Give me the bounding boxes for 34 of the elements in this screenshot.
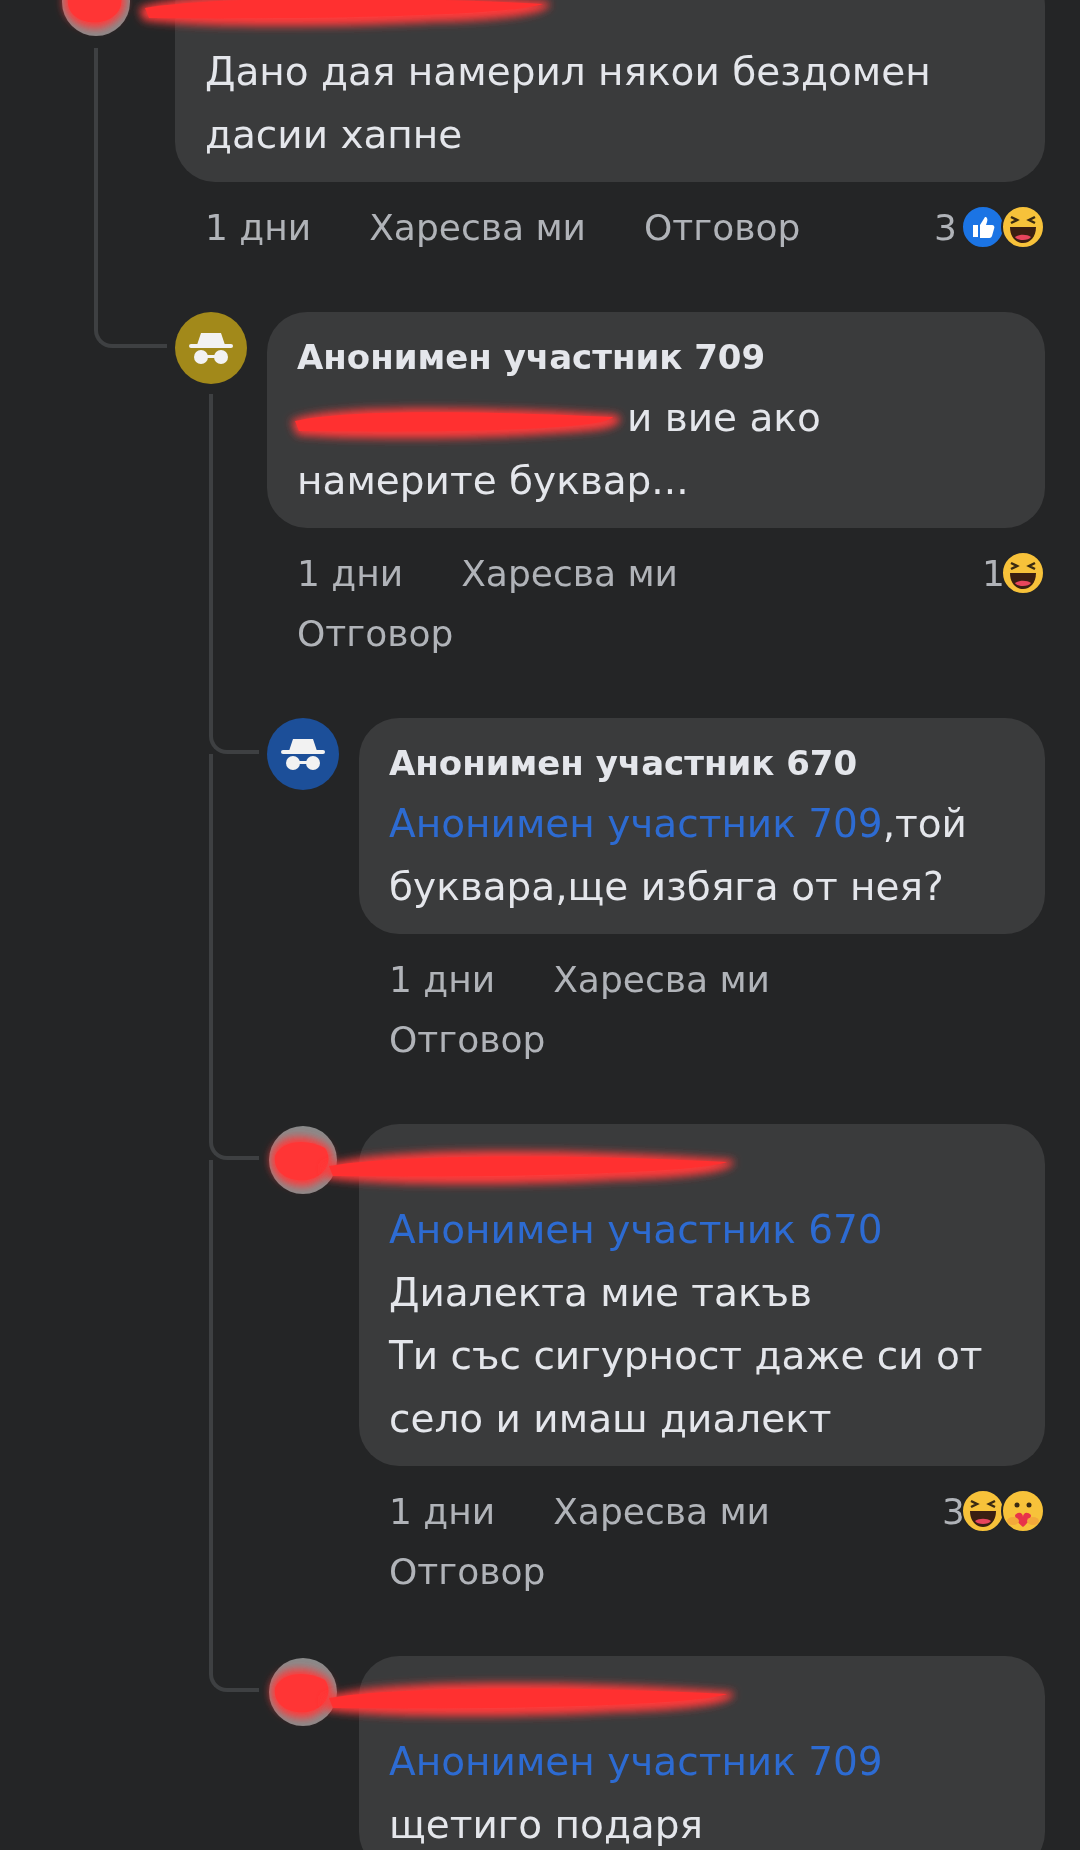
comment-time: 1 дни	[205, 206, 312, 248]
like-link[interactable]: Харесва ми	[553, 1490, 770, 1532]
comment-text: Ти със сигурност даже си от	[389, 1332, 984, 1380]
comment-text: намерите буквар...	[297, 457, 690, 505]
hugging-face-icon	[1001, 1489, 1045, 1533]
like-link[interactable]: Харесва ми	[461, 552, 678, 594]
comment-text: буквара,ще избяга от нея?	[389, 863, 945, 911]
laughing-face-icon	[961, 1489, 1005, 1533]
comment-text: Анонимен участник 709,той	[389, 800, 968, 848]
comment-time: 1 дни	[297, 552, 404, 594]
reply-link[interactable]: Отговор	[297, 612, 454, 654]
reply-link[interactable]: Отговор	[643, 206, 801, 248]
reply-link[interactable]: Отговор	[389, 1550, 546, 1592]
reaction-count[interactable]: 1	[982, 552, 1005, 594]
like-link[interactable]: Харесва ми	[369, 206, 586, 248]
comment-text: Диалекта мие такъв	[389, 1269, 814, 1317]
comment-time: 1 дни	[389, 1490, 496, 1532]
laughing-face-icon	[1001, 551, 1045, 595]
incognito-icon	[281, 737, 325, 771]
author-name[interactable]: Анонимен участник 670	[389, 734, 1015, 792]
laughing-face-icon	[1001, 205, 1045, 249]
comment-text: щетиго подаря	[389, 1801, 704, 1849]
comment-text: и вие ако	[297, 386, 1015, 449]
reply-link[interactable]: Отговор	[389, 1018, 546, 1060]
comment-text: село и имаш диалект	[389, 1395, 833, 1443]
reaction-count[interactable]: 3	[942, 1490, 965, 1532]
comment-text: Дано дая намерил някои бездомен	[205, 48, 932, 96]
comment-time: 1 дни	[389, 958, 496, 1000]
thumbs-up-icon	[961, 205, 1005, 249]
reaction-count[interactable]: 3	[934, 206, 957, 248]
comment-text: дасии хапне	[205, 111, 464, 159]
author-name[interactable]: Анонимен участник 709	[297, 328, 1015, 386]
like-link[interactable]: Харесва ми	[553, 958, 770, 1000]
incognito-icon	[189, 331, 233, 365]
